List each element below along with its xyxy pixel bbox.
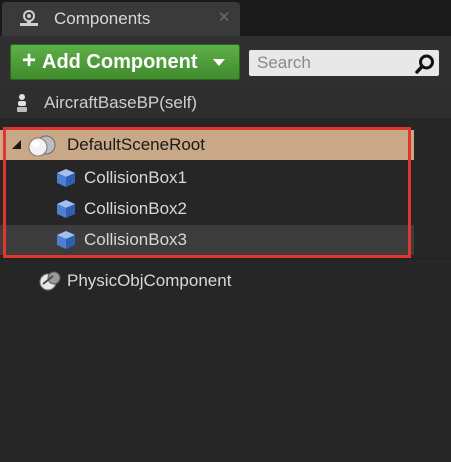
- physic-component-icon: [38, 269, 62, 293]
- add-component-label: Add Component: [42, 51, 198, 73]
- tab-components[interactable]: Components ✕: [2, 2, 240, 36]
- divider: [0, 258, 451, 259]
- tree-item-label: CollisionBox1: [84, 168, 187, 187]
- tree-item-default-scene-root[interactable]: DefaultSceneRoot: [0, 130, 414, 160]
- tree-item-physic-obj-component[interactable]: PhysicObjComponent: [0, 266, 451, 296]
- add-component-button[interactable]: + Add Component: [10, 44, 240, 80]
- collision-box-icon: [55, 229, 77, 251]
- self-row[interactable]: AircraftBaseBP(self): [0, 88, 451, 118]
- components-icon: [18, 9, 40, 29]
- plus-icon: +: [22, 47, 37, 74]
- close-icon[interactable]: ✕: [216, 10, 232, 26]
- search-input[interactable]: [249, 50, 409, 76]
- tree-item-collision-box-1[interactable]: CollisionBox1: [0, 163, 414, 193]
- actor-icon: [14, 93, 30, 113]
- tab-strip: Components ✕: [0, 0, 451, 36]
- tree-item-label: CollisionBox3: [84, 230, 187, 249]
- search-icon[interactable]: [414, 53, 436, 75]
- scene-root-icon: [24, 132, 62, 158]
- search-box: [249, 50, 439, 76]
- self-label: AircraftBaseBP(self): [44, 93, 198, 112]
- tab-title: Components: [54, 9, 151, 28]
- components-panel: Components ✕ + Add Component Search Airc…: [0, 0, 451, 462]
- tree-item-label: DefaultSceneRoot: [67, 135, 205, 154]
- toolbar: + Add Component: [0, 36, 451, 88]
- collision-box-icon: [55, 167, 77, 189]
- chevron-down-icon: [213, 59, 225, 66]
- tree-item-label: CollisionBox2: [84, 199, 187, 218]
- tree-item-label: PhysicObjComponent: [67, 271, 232, 290]
- tree-item-collision-box-2[interactable]: CollisionBox2: [0, 194, 414, 224]
- collision-box-icon: [55, 198, 77, 220]
- tree-item-collision-box-3[interactable]: CollisionBox3: [0, 225, 414, 255]
- expand-arrow-icon[interactable]: [12, 140, 21, 149]
